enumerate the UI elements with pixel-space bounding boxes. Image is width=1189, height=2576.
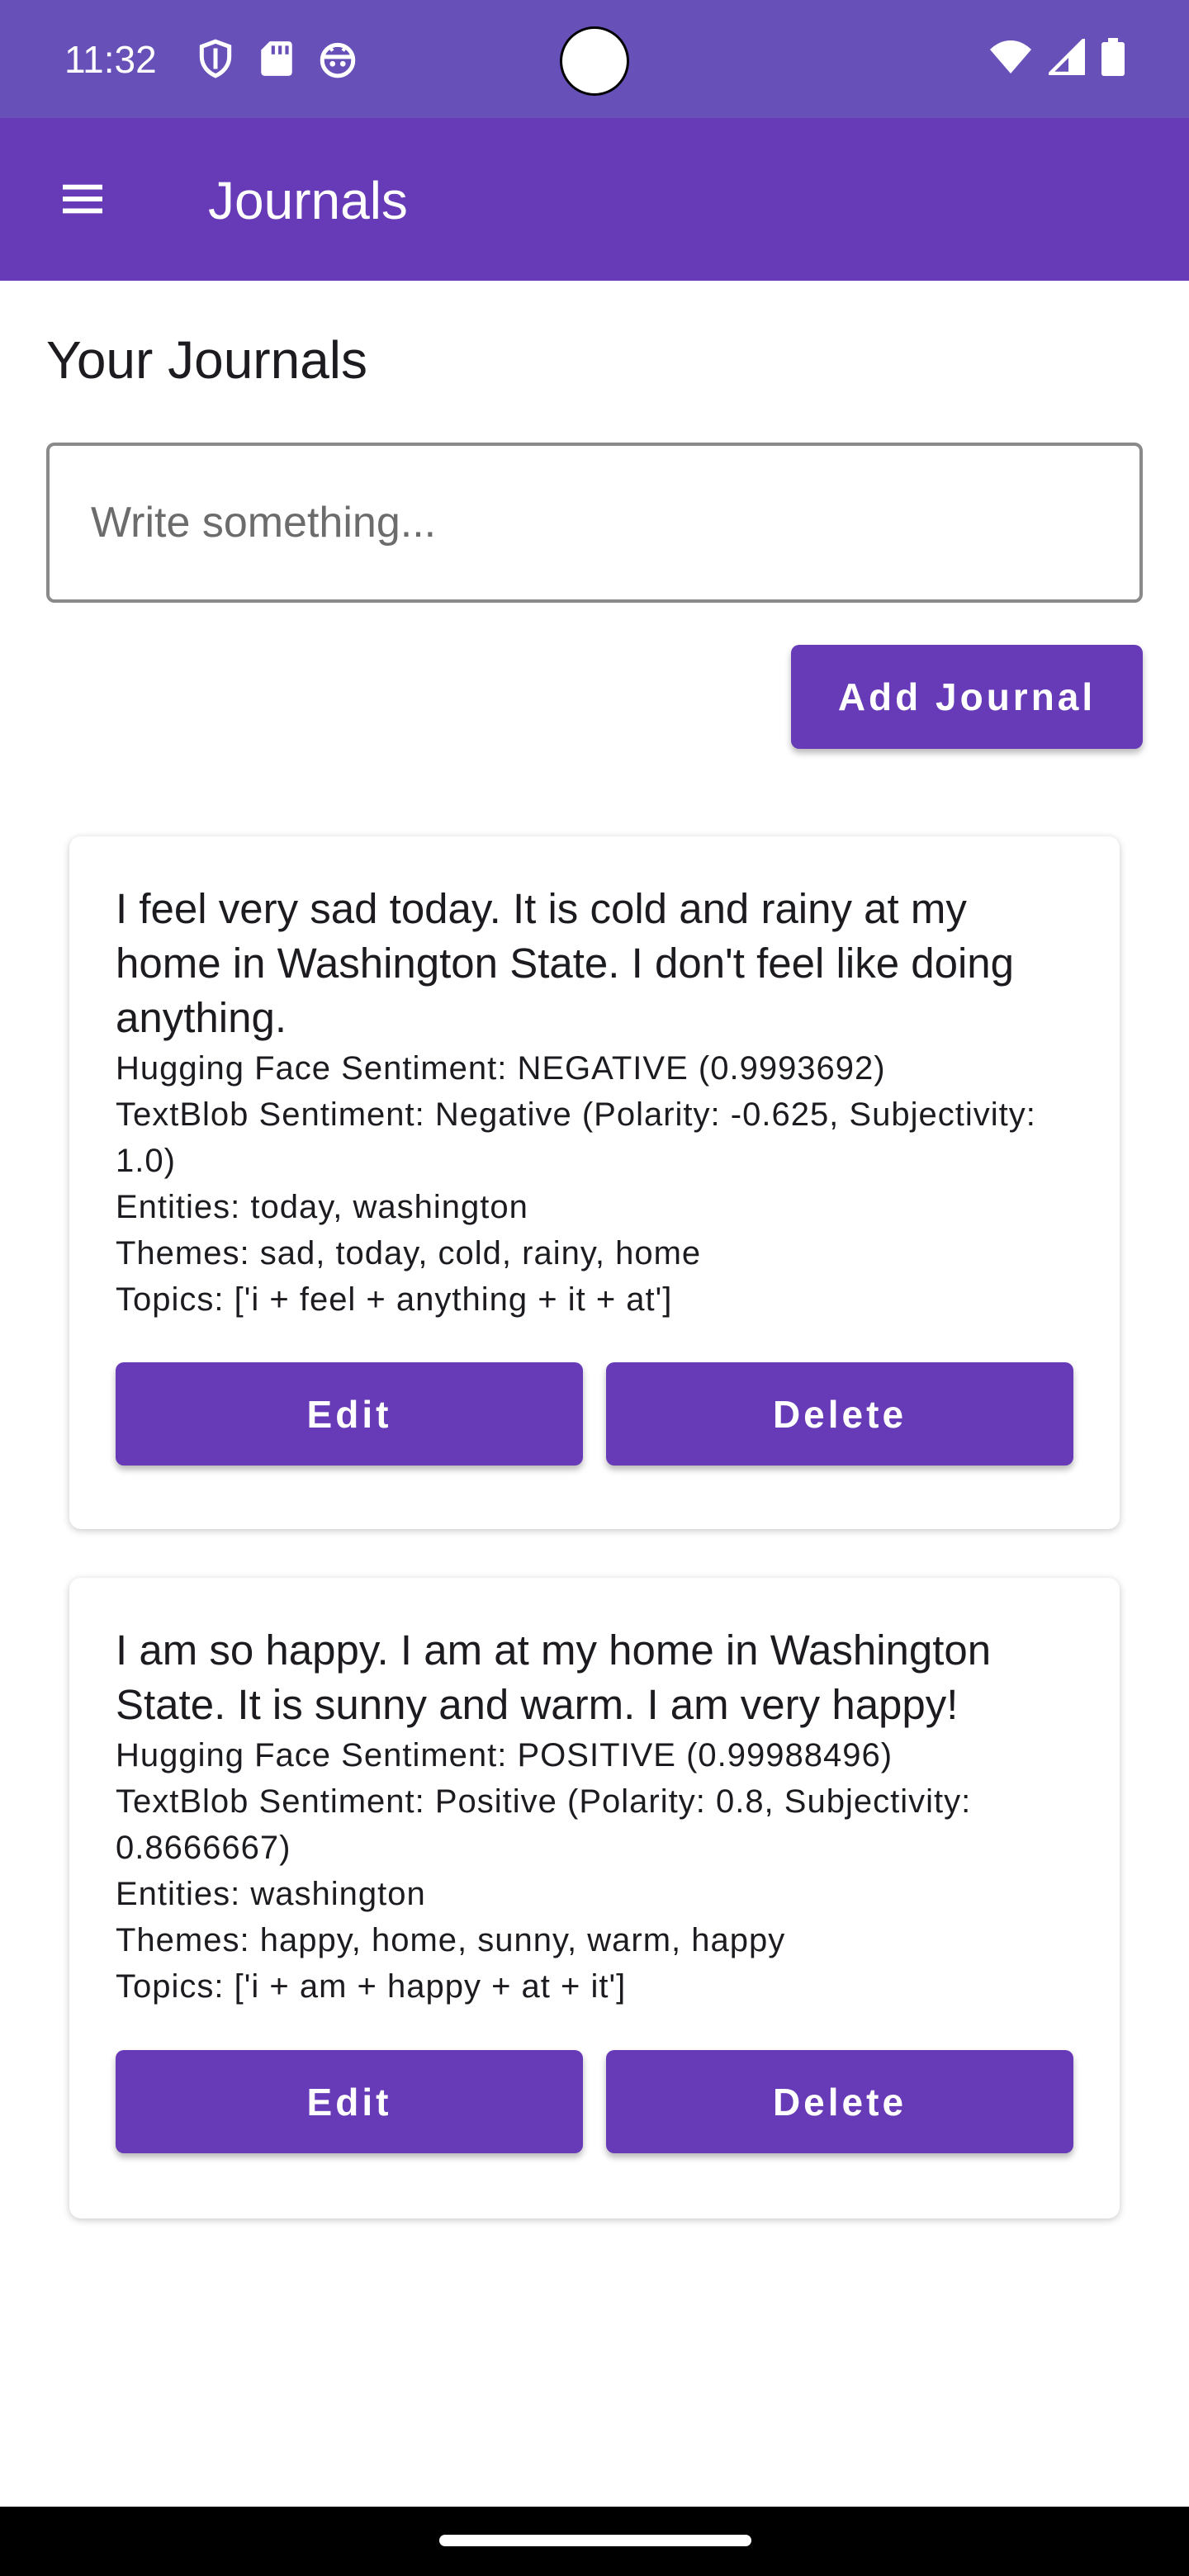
status-bar: 11:32 <box>0 0 1189 118</box>
themes-text: Themes: sad, today, cold, rainy, home <box>116 1235 702 1271</box>
journal-card: I am so happy. I am at my home in Washin… <box>69 1578 1120 2218</box>
camera-cutout <box>560 26 629 96</box>
textblob-sentiment: TextBlob Sentiment: Positive (Polarity: … <box>116 1783 972 1866</box>
hamburger-menu-icon <box>63 184 102 214</box>
battery-icon <box>1101 38 1125 76</box>
journal-text-input[interactable] <box>46 443 1143 603</box>
app-bar: Journals <box>0 118 1189 281</box>
shield-icon <box>199 39 232 78</box>
journal-card: I feel very sad today. It is cold and ra… <box>69 836 1120 1529</box>
delete-button[interactable]: Delete <box>606 2050 1073 2153</box>
menu-button[interactable] <box>41 158 124 240</box>
entities-text: Entities: washington <box>116 1876 426 1912</box>
android-icon <box>320 42 356 78</box>
sd-card-icon <box>261 41 292 76</box>
page-heading: Your Journals <box>46 330 367 390</box>
hugging-face-sentiment: Hugging Face Sentiment: POSITIVE (0.9998… <box>116 1737 893 1773</box>
status-icons-left <box>195 38 358 79</box>
topics-text: Topics: ['i + feel + anything + it + at'… <box>116 1281 673 1318</box>
journal-entry-text: I am so happy. I am at my home in Washin… <box>116 1627 992 1728</box>
textblob-sentiment: TextBlob Sentiment: Negative (Polarity: … <box>116 1096 1036 1179</box>
status-icons-right <box>989 38 1125 76</box>
themes-text: Themes: happy, home, sunny, warm, happy <box>116 1922 786 1958</box>
journal-card-actions: Edit Delete <box>116 1362 1073 1466</box>
journal-card-content: I feel very sad today. It is cold and ra… <box>116 882 1082 1323</box>
home-gesture-handle[interactable] <box>439 2535 751 2546</box>
journal-card-content: I am so happy. I am at my home in Washin… <box>116 1623 1082 2010</box>
add-journal-button[interactable]: Add Journal <box>791 645 1143 749</box>
topics-text: Topics: ['i + am + happy + at + it'] <box>116 1968 627 2005</box>
status-time: 11:32 <box>64 38 157 81</box>
entities-text: Entities: today, washington <box>116 1189 528 1225</box>
journal-card-actions: Edit Delete <box>116 2050 1073 2153</box>
app-title: Journals <box>208 171 408 230</box>
hugging-face-sentiment: Hugging Face Sentiment: NEGATIVE (0.9993… <box>116 1050 886 1087</box>
edit-button[interactable]: Edit <box>116 2050 583 2153</box>
edit-button[interactable]: Edit <box>116 1362 583 1466</box>
delete-button[interactable]: Delete <box>606 1362 1073 1466</box>
wifi-icon <box>990 40 1031 73</box>
journal-entry-text: I feel very sad today. It is cold and ra… <box>116 885 1015 1041</box>
signal-icon <box>1049 39 1085 75</box>
